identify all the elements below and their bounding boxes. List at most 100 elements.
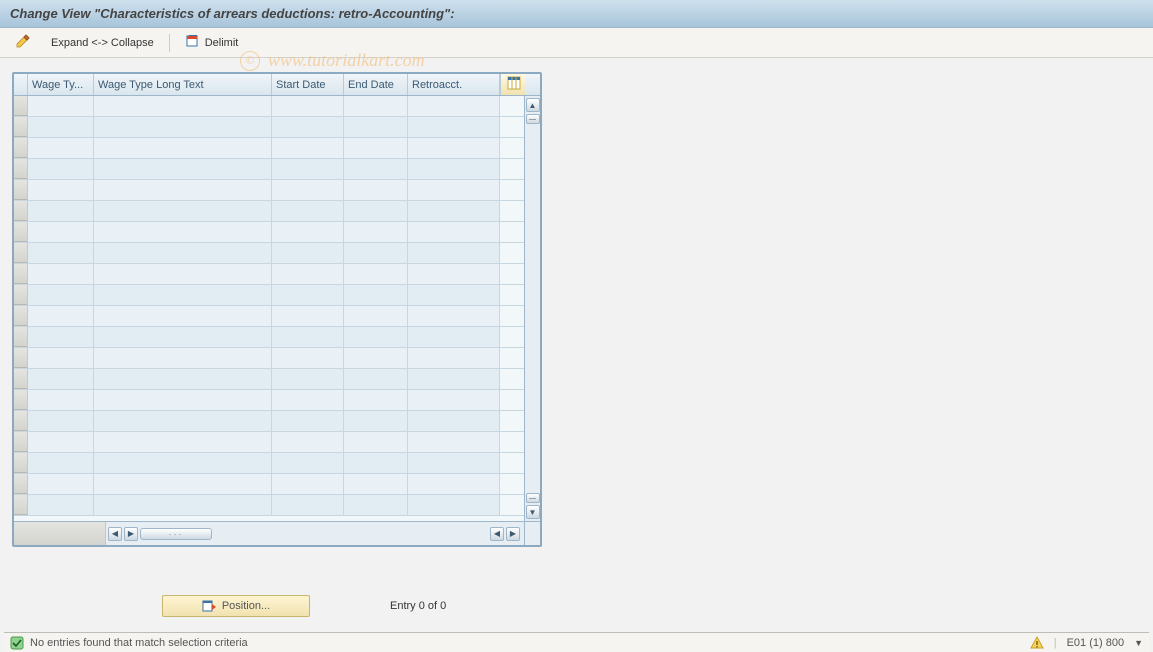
row-handle[interactable]: [14, 243, 28, 263]
table-cell[interactable]: [94, 285, 272, 305]
column-header-end-date[interactable]: End Date: [344, 74, 408, 95]
row-handle[interactable]: [14, 495, 28, 515]
table-cell[interactable]: [344, 495, 408, 515]
table-cell[interactable]: [94, 369, 272, 389]
delimit-button[interactable]: Delimit: [178, 32, 246, 54]
table-cell[interactable]: [344, 264, 408, 284]
table-row[interactable]: [14, 348, 524, 369]
warning-icon[interactable]: [1030, 636, 1044, 650]
table-cell[interactable]: [272, 201, 344, 221]
table-row[interactable]: [14, 411, 524, 432]
row-handle[interactable]: [14, 348, 28, 368]
table-cell[interactable]: [272, 474, 344, 494]
table-cell[interactable]: [28, 432, 94, 452]
table-cell[interactable]: [344, 222, 408, 242]
row-handle[interactable]: [14, 159, 28, 179]
table-cell[interactable]: [408, 180, 500, 200]
table-cell[interactable]: [272, 96, 344, 116]
table-cell[interactable]: [344, 348, 408, 368]
table-cell[interactable]: [28, 390, 94, 410]
table-cell[interactable]: [272, 306, 344, 326]
table-cell[interactable]: [94, 222, 272, 242]
table-cell[interactable]: [272, 369, 344, 389]
column-header-retroacct[interactable]: Retroacct.: [408, 74, 500, 95]
table-cell[interactable]: [28, 411, 94, 431]
row-handle[interactable]: [14, 432, 28, 452]
table-cell[interactable]: [344, 306, 408, 326]
column-header-wage-long-text[interactable]: Wage Type Long Text: [94, 74, 272, 95]
table-cell[interactable]: [94, 432, 272, 452]
table-cell[interactable]: [344, 117, 408, 137]
table-cell[interactable]: [408, 222, 500, 242]
row-handle[interactable]: [14, 201, 28, 221]
table-cell[interactable]: [28, 117, 94, 137]
table-cell[interactable]: [28, 453, 94, 473]
table-cell[interactable]: [28, 285, 94, 305]
table-row[interactable]: [14, 390, 524, 411]
table-cell[interactable]: [28, 159, 94, 179]
row-handle-header[interactable]: [14, 74, 28, 95]
scroll-page-left-button[interactable]: ▶: [124, 527, 138, 541]
table-cell[interactable]: [94, 306, 272, 326]
table-cell[interactable]: [28, 180, 94, 200]
table-cell[interactable]: [408, 390, 500, 410]
row-handle[interactable]: [14, 453, 28, 473]
row-handle[interactable]: [14, 306, 28, 326]
scroll-right-button[interactable]: ▶: [506, 527, 520, 541]
row-handle[interactable]: [14, 117, 28, 137]
table-cell[interactable]: [272, 411, 344, 431]
table-row[interactable]: [14, 222, 524, 243]
table-row[interactable]: [14, 96, 524, 117]
table-row[interactable]: [14, 474, 524, 495]
row-handle[interactable]: [14, 222, 28, 242]
table-cell[interactable]: [272, 222, 344, 242]
table-cell[interactable]: [408, 138, 500, 158]
table-cell[interactable]: [408, 264, 500, 284]
table-cell[interactable]: [408, 474, 500, 494]
table-cell[interactable]: [408, 306, 500, 326]
table-cell[interactable]: [344, 474, 408, 494]
table-row[interactable]: [14, 327, 524, 348]
position-button[interactable]: Position...: [162, 595, 310, 617]
horizontal-scrollbar[interactable]: ◀ ▶ ···: [106, 526, 490, 542]
row-handle[interactable]: [14, 285, 28, 305]
expand-collapse-button[interactable]: Expand <-> Collapse: [44, 32, 161, 54]
table-cell[interactable]: [408, 411, 500, 431]
column-header-start-date[interactable]: Start Date: [272, 74, 344, 95]
table-row[interactable]: [14, 159, 524, 180]
table-row[interactable]: [14, 495, 524, 516]
table-cell[interactable]: [272, 243, 344, 263]
table-row[interactable]: [14, 180, 524, 201]
table-cell[interactable]: [94, 117, 272, 137]
table-cell[interactable]: [344, 369, 408, 389]
row-handle[interactable]: [14, 264, 28, 284]
table-cell[interactable]: [28, 138, 94, 158]
row-handle[interactable]: [14, 411, 28, 431]
table-cell[interactable]: [408, 453, 500, 473]
table-cell[interactable]: [28, 495, 94, 515]
table-cell[interactable]: [272, 285, 344, 305]
hscroll-thumb[interactable]: ···: [140, 528, 212, 540]
table-row[interactable]: [14, 369, 524, 390]
table-row[interactable]: [14, 264, 524, 285]
table-cell[interactable]: [344, 138, 408, 158]
table-row[interactable]: [14, 285, 524, 306]
table-cell[interactable]: [408, 369, 500, 389]
table-cell[interactable]: [94, 495, 272, 515]
table-cell[interactable]: [272, 180, 344, 200]
table-cell[interactable]: [94, 264, 272, 284]
table-cell[interactable]: [28, 222, 94, 242]
table-cell[interactable]: [408, 285, 500, 305]
row-handle[interactable]: [14, 96, 28, 116]
table-row[interactable]: [14, 432, 524, 453]
table-cell[interactable]: [272, 390, 344, 410]
table-cell[interactable]: [272, 117, 344, 137]
table-cell[interactable]: [272, 159, 344, 179]
table-cell[interactable]: [344, 243, 408, 263]
table-cell[interactable]: [94, 411, 272, 431]
vertical-scrollbar[interactable]: ▲ — — ▼: [524, 96, 540, 521]
table-cell[interactable]: [408, 201, 500, 221]
table-cell[interactable]: [28, 96, 94, 116]
table-cell[interactable]: [344, 453, 408, 473]
table-cell[interactable]: [272, 138, 344, 158]
